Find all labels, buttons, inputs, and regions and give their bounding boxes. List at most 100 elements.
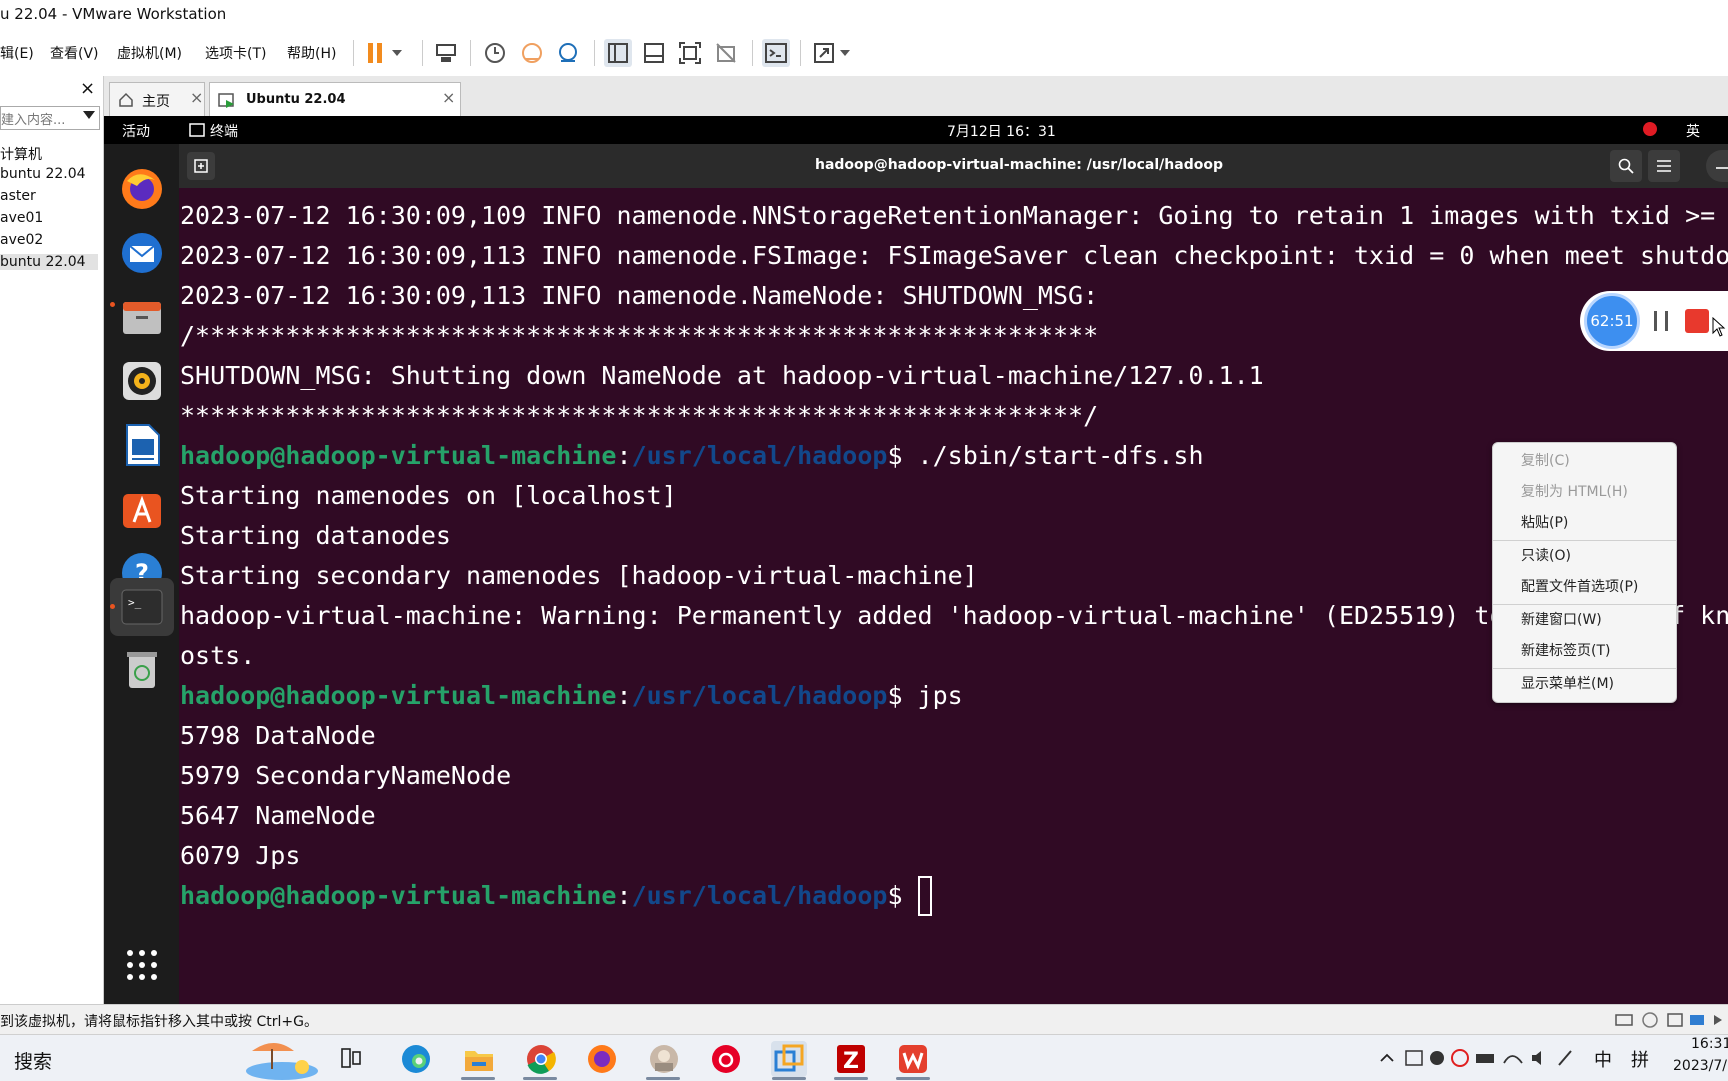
library-item[interactable]: 计算机 — [0, 144, 42, 164]
vmware-workstation-icon[interactable] — [771, 1041, 807, 1077]
edge-icon[interactable] — [398, 1041, 434, 1077]
system-tray-icons[interactable] — [1404, 1047, 1580, 1069]
prompt-line: hadoop@hadoop-virtual-machine:/usr/local… — [180, 876, 932, 916]
library-item[interactable]: aster — [0, 188, 36, 204]
trash-icon[interactable] — [117, 644, 167, 694]
chrome-icon[interactable] — [523, 1041, 559, 1077]
recorder-pause-icon[interactable] — [1652, 310, 1672, 332]
no-entry-icon[interactable] — [1643, 122, 1657, 136]
input-method-indicator[interactable]: 英 — [1686, 121, 1700, 141]
terminal-header-bar: hadoop@hadoop-virtual-machine: /usr/loca… — [179, 144, 1728, 188]
close-tab-icon[interactable]: × — [442, 88, 455, 107]
show-library-icon[interactable] — [604, 39, 632, 67]
menu-item-paste[interactable]: 粘贴(P) — [1521, 510, 1568, 536]
home-icon — [119, 92, 133, 107]
recorder-stop-icon[interactable] — [1685, 309, 1709, 333]
menu-edit[interactable]: 辑(E) — [0, 43, 34, 63]
unity-icon[interactable] — [712, 39, 740, 67]
mouse-pointer-icon — [1712, 317, 1726, 337]
tab-home[interactable]: 主页 × — [109, 82, 205, 117]
thunderbird-icon[interactable] — [117, 228, 167, 278]
menu-item-show-menubar[interactable]: 显示菜单栏(M) — [1521, 671, 1614, 697]
terminal-line: SHUTDOWN_MSG: Shutting down NameNode at … — [180, 361, 1264, 390]
recorder-timer: 62:51 — [1584, 293, 1640, 349]
prompt-line: hadoop@hadoop-virtual-machine:/usr/local… — [180, 441, 1204, 470]
close-library-icon[interactable]: × — [80, 78, 95, 99]
rhythmbox-icon[interactable] — [117, 356, 167, 406]
device-status-icons[interactable] — [1614, 1011, 1724, 1029]
menu-item-read-only[interactable]: 只读(O) — [1521, 543, 1571, 569]
terminal-line: Starting namenodes on [localhost] — [180, 481, 677, 510]
terminal-line: 5979 SecondaryNameNode — [180, 761, 512, 790]
show-apps-icon[interactable] — [117, 940, 167, 990]
activities-button[interactable]: 活动 — [122, 121, 150, 141]
library-item[interactable]: ave01 — [0, 210, 43, 226]
task-view-icon[interactable] — [340, 1047, 362, 1069]
menu-item-new-tab[interactable]: 新建标签页(T) — [1521, 638, 1610, 664]
search-icon[interactable] — [1610, 150, 1642, 182]
gnome-top-bar: 活动 终端 7月12日 16：31 英 — [104, 116, 1728, 144]
ime-mode[interactable]: 中 — [1594, 1046, 1612, 1072]
svg-text:>_: >_ — [128, 596, 142, 609]
terminal-icon[interactable]: >_ — [117, 582, 167, 632]
vm-running-icon — [218, 93, 234, 108]
snapshot-icon[interactable] — [481, 39, 509, 67]
firefox-taskbar-icon[interactable] — [584, 1041, 620, 1077]
text-cursor — [917, 876, 932, 916]
app-menu[interactable]: 终端 — [210, 121, 238, 141]
tab-ubuntu[interactable]: Ubuntu 22.04 × — [209, 82, 461, 117]
menu-item-profile-preferences[interactable]: 配置文件首选项(P) — [1521, 574, 1638, 600]
minimize-icon[interactable] — [1706, 150, 1728, 182]
taskbar-search[interactable]: 搜索 — [14, 1047, 52, 1074]
menu-view[interactable]: 查看(V) — [50, 43, 99, 63]
menu-item-copy-html[interactable]: 复制为 HTML(H) — [1521, 479, 1628, 505]
menu-vm[interactable]: 虚拟机(M) — [117, 43, 182, 63]
window-title-bar: u 22.04 - VMware Workstation — [0, 0, 1728, 30]
terminal-line: 2023-07-12 16:30:09,113 INFO namenode.FS… — [180, 241, 1728, 270]
system-time[interactable]: 16:31 — [1691, 1036, 1728, 1052]
menu-item-copy[interactable]: 复制(C) — [1521, 448, 1570, 474]
menu-help[interactable]: 帮助(H) — [287, 43, 336, 63]
firefox-icon[interactable] — [117, 164, 167, 214]
library-item[interactable]: buntu 22.04 — [0, 166, 86, 182]
stretch-view-icon[interactable] — [812, 39, 856, 67]
terminal-line: /***************************************… — [180, 321, 1099, 350]
filezilla-icon[interactable]: Z — [833, 1041, 869, 1077]
library-search-input[interactable]: 建入内容... — [0, 106, 100, 130]
library-item-selected[interactable]: buntu 22.04 — [0, 254, 98, 270]
terminal-line: 5647 NameNode — [180, 801, 376, 830]
libreoffice-writer-icon[interactable] — [117, 420, 167, 470]
terminal-line: 2023-07-12 16:30:09,113 INFO namenode.Na… — [180, 281, 1099, 310]
terminal-line: Starting datanodes — [180, 521, 451, 550]
netease-music-icon[interactable] — [708, 1041, 744, 1077]
app-center-icon[interactable] — [117, 484, 167, 534]
terminal-app-icon — [189, 123, 205, 137]
app-avatar-icon[interactable] — [646, 1041, 682, 1077]
close-tab-icon[interactable]: × — [190, 88, 203, 107]
terminal-context-menu: 复制(C) 复制为 HTML(H) 粘贴(P) 只读(O) 配置文件首选项(P)… — [1492, 442, 1677, 703]
console-view-icon[interactable] — [762, 39, 790, 67]
file-explorer-icon[interactable] — [461, 1041, 497, 1077]
wps-office-icon[interactable] — [895, 1041, 931, 1077]
hamburger-menu-icon[interactable] — [1648, 150, 1680, 182]
library-item[interactable]: ave02 — [0, 232, 43, 248]
menu-tabs[interactable]: 选项卡(T) — [205, 43, 266, 63]
library-panel: × 建入内容... 计算机 buntu 22.04 aster ave01 av… — [0, 76, 104, 1004]
revert-snapshot-icon[interactable] — [518, 39, 546, 67]
send-keys-icon[interactable] — [432, 39, 460, 67]
vm-tab-strip: 主页 × Ubuntu 22.04 × — [104, 76, 1728, 117]
new-tab-icon[interactable] — [187, 152, 215, 180]
chevron-up-icon[interactable] — [1378, 1049, 1396, 1067]
terminal-line: 5798 DataNode — [180, 721, 376, 750]
clock[interactable]: 7月12日 16：31 — [947, 121, 1056, 141]
pause-icon[interactable] — [364, 39, 408, 67]
files-icon[interactable] — [117, 292, 167, 342]
thumbnail-bar-icon[interactable] — [640, 39, 668, 67]
snapshot-manager-icon[interactable] — [554, 39, 582, 67]
ime-pinyin[interactable]: 拼 — [1631, 1046, 1649, 1072]
dropdown-arrow-icon[interactable] — [83, 111, 95, 119]
fullscreen-icon[interactable] — [676, 39, 704, 67]
system-date[interactable]: 2023/7/ — [1673, 1058, 1727, 1074]
menu-item-new-window[interactable]: 新建窗口(W) — [1521, 607, 1602, 633]
terminal-title: hadoop@hadoop-virtual-machine: /usr/loca… — [815, 157, 1223, 173]
